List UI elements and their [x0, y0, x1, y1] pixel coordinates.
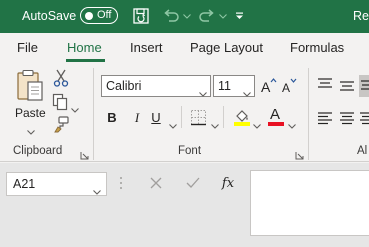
paste-label[interactable]: Paste	[15, 106, 46, 120]
font-color-dropdown-chevron-icon[interactable]	[288, 116, 296, 134]
insert-function-button[interactable]: fx	[217, 173, 239, 193]
toggle-knob	[85, 11, 93, 20]
fill-color-dropdown-chevron-icon[interactable]	[253, 116, 261, 134]
ribbon-tabs: File Home Insert Page Layout Formulas	[0, 33, 369, 63]
copy-dropdown-chevron-icon[interactable]	[71, 100, 79, 118]
underline-button[interactable]: U	[148, 110, 164, 126]
bottom-align-button[interactable]	[359, 75, 369, 97]
name-box[interactable]: A21	[6, 172, 107, 196]
cancel-icon[interactable]	[145, 173, 167, 193]
group-separator	[93, 68, 94, 160]
font-size-chevron-icon[interactable]	[243, 84, 251, 102]
font-size-value: 11	[218, 79, 231, 93]
autosave-toggle[interactable]: Off	[80, 7, 118, 24]
title-bar: AutoSave Off Ref	[0, 0, 369, 33]
font-name-combobox[interactable]: Calibri	[101, 75, 211, 97]
formula-bar-resize-handle-icon[interactable]	[119, 176, 123, 195]
formula-input[interactable]	[250, 170, 369, 236]
svg-text:A: A	[261, 79, 271, 94]
align-left-icon[interactable]	[317, 111, 333, 130]
svg-text:A: A	[282, 81, 290, 94]
ribbon-home: Paste Clipboard Calibri 11 A A B I U A F…	[0, 63, 369, 162]
autosave-state: Off	[97, 9, 112, 21]
paste-dropdown-chevron-icon[interactable]	[27, 122, 35, 140]
middle-align-icon[interactable]	[339, 79, 355, 98]
divider	[181, 106, 182, 128]
paste-icon[interactable]	[16, 69, 46, 108]
redo-dropdown-chevron-icon[interactable]	[218, 6, 228, 26]
borders-dropdown-chevron-icon[interactable]	[211, 116, 219, 134]
fill-color-icon[interactable]	[233, 108, 251, 131]
active-tab-indicator	[66, 59, 105, 62]
redo-icon[interactable]	[196, 6, 218, 26]
bold-button[interactable]: B	[104, 110, 120, 126]
cut-icon[interactable]	[53, 69, 69, 92]
align-right-icon[interactable]	[360, 111, 369, 130]
undo-dropdown-chevron-icon[interactable]	[182, 6, 192, 26]
insert-function-label: fx	[221, 175, 235, 191]
font-group-label: Font	[178, 145, 202, 157]
font-size-combobox[interactable]: 11	[213, 75, 255, 97]
group-separator	[308, 68, 309, 160]
enter-checkmark-icon[interactable]	[182, 173, 204, 193]
format-painter-icon[interactable]	[53, 116, 69, 138]
name-box-value: A21	[13, 177, 36, 191]
underline-dropdown-chevron-icon[interactable]	[169, 116, 177, 134]
borders-icon[interactable]	[190, 109, 207, 131]
undo-icon[interactable]	[160, 6, 182, 26]
font-color-button[interactable]: A	[267, 106, 285, 127]
tab-file[interactable]: File	[17, 40, 38, 55]
name-box-chevron-icon[interactable]	[93, 182, 101, 200]
italic-button[interactable]: I	[129, 110, 145, 126]
divider	[223, 106, 224, 128]
clipboard-group-label: Clipboard	[13, 145, 63, 157]
document-title: Ref	[353, 9, 369, 23]
font-color-glyph: A	[270, 106, 281, 123]
copy-icon[interactable]	[52, 93, 68, 116]
tab-formulas[interactable]: Formulas	[290, 40, 344, 55]
font-color-swatch	[268, 122, 284, 126]
font-dialog-launcher-icon[interactable]	[295, 147, 304, 160]
alignment-group-label: Al	[357, 145, 368, 157]
top-align-icon[interactable]	[317, 77, 333, 96]
autosave-label: AutoSave	[22, 9, 77, 23]
save-icon[interactable]	[130, 6, 152, 26]
formula-bar-area: A21 fx	[0, 163, 369, 247]
tab-page-layout[interactable]: Page Layout	[190, 40, 263, 55]
customize-quick-access-icon[interactable]	[233, 6, 245, 26]
increase-font-size-icon[interactable]: A	[260, 76, 277, 99]
font-name-value: Calibri	[106, 79, 142, 93]
tab-insert[interactable]: Insert	[130, 40, 163, 55]
decrease-font-size-icon[interactable]: A	[281, 76, 298, 99]
font-name-chevron-icon[interactable]	[199, 84, 207, 102]
align-center-icon[interactable]	[339, 111, 355, 130]
tab-home[interactable]: Home	[67, 40, 102, 55]
clipboard-dialog-launcher-icon[interactable]	[80, 147, 89, 160]
